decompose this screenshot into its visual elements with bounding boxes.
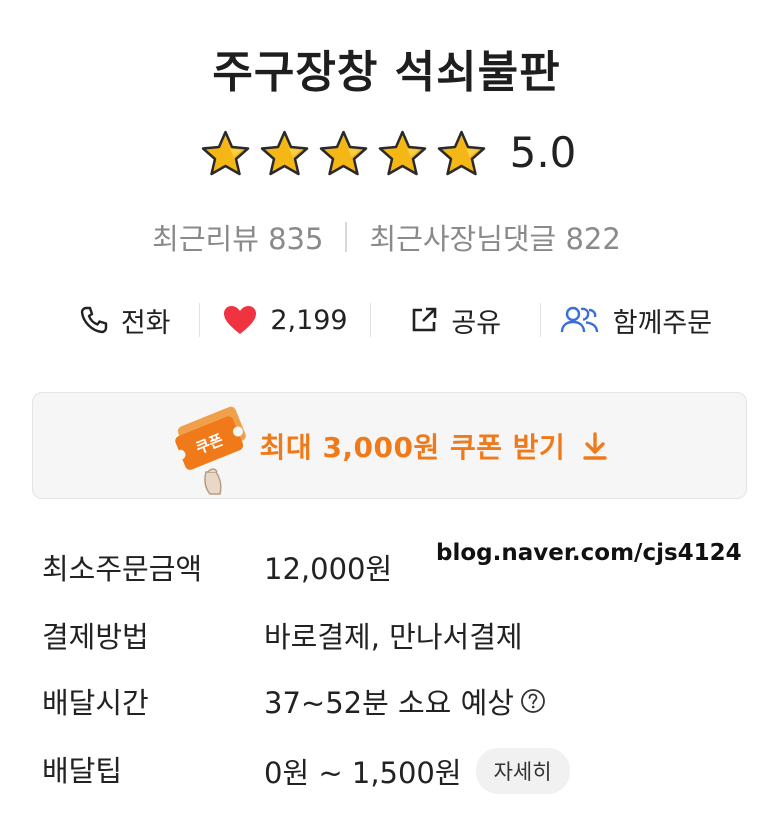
payment-label: 결제방법 — [42, 620, 149, 654]
like-count: 2,199 — [270, 304, 348, 336]
delivery-tip-value: 0원 ~ 1,500원 — [264, 756, 462, 790]
share-button[interactable]: 공유 — [371, 301, 540, 340]
star-icon — [260, 130, 308, 175]
call-button[interactable]: 전화 — [50, 301, 199, 340]
phone-icon — [80, 306, 108, 334]
star-rating — [197, 129, 490, 177]
store-name: 주구장창 석쇠불판 — [212, 47, 561, 98]
group-order-label: 함께주문 — [612, 307, 713, 339]
watermark-text: blog.naver.com/cjs4124 — [436, 540, 742, 566]
action-bar: 전화 2,199 공유 함께주문 — [50, 296, 730, 344]
detail-button[interactable]: 자세히 — [475, 748, 570, 794]
coupon-text: 최대 3,000원 쿠폰 받기 — [259, 430, 566, 464]
star-icon — [378, 130, 426, 175]
like-button[interactable]: 2,199 — [200, 304, 369, 336]
download-arrow-icon — [583, 431, 608, 460]
rating-value: 5.0 — [509, 128, 577, 177]
star-icon — [437, 130, 485, 175]
divider — [345, 222, 348, 252]
group-order-button[interactable]: 함께주문 — [541, 301, 730, 340]
heart-icon — [224, 306, 257, 334]
min-order-value: 12,000원 — [264, 552, 393, 586]
delivery-time-value: 37~52분 소요 예상 — [264, 686, 514, 720]
star-icon — [201, 130, 249, 175]
delivery-tip-label: 배달팁 — [42, 754, 123, 788]
coupon-ticket-icon: 쿠폰 — [174, 406, 246, 495]
group-icon — [560, 306, 598, 333]
star-icon — [319, 130, 367, 175]
review-summary: 최근리뷰 835 최근사장님댓글 822 — [0, 216, 773, 258]
rating-row: 5.0 — [0, 128, 773, 177]
delivery-time-value-wrap: 37~52분 소요 예상 — [264, 680, 546, 722]
delivery-tip-value-wrap: 0원 ~ 1,500원 자세히 — [264, 748, 570, 794]
coupon-banner[interactable]: 쿠폰 최대 3,000원 쿠폰 받기 — [32, 392, 747, 499]
share-label: 공유 — [451, 307, 502, 339]
help-icon[interactable] — [520, 688, 546, 714]
owner-reply-count[interactable]: 최근사장님댓글 822 — [369, 216, 620, 258]
recent-review-count[interactable]: 최근리뷰 835 — [152, 216, 323, 258]
call-label: 전화 — [120, 307, 171, 339]
payment-value: 바로결제, 만나서결제 — [264, 620, 523, 654]
min-order-label: 최소주문금액 — [42, 552, 203, 586]
delivery-time-label: 배달시간 — [42, 686, 149, 720]
share-icon — [413, 307, 437, 332]
